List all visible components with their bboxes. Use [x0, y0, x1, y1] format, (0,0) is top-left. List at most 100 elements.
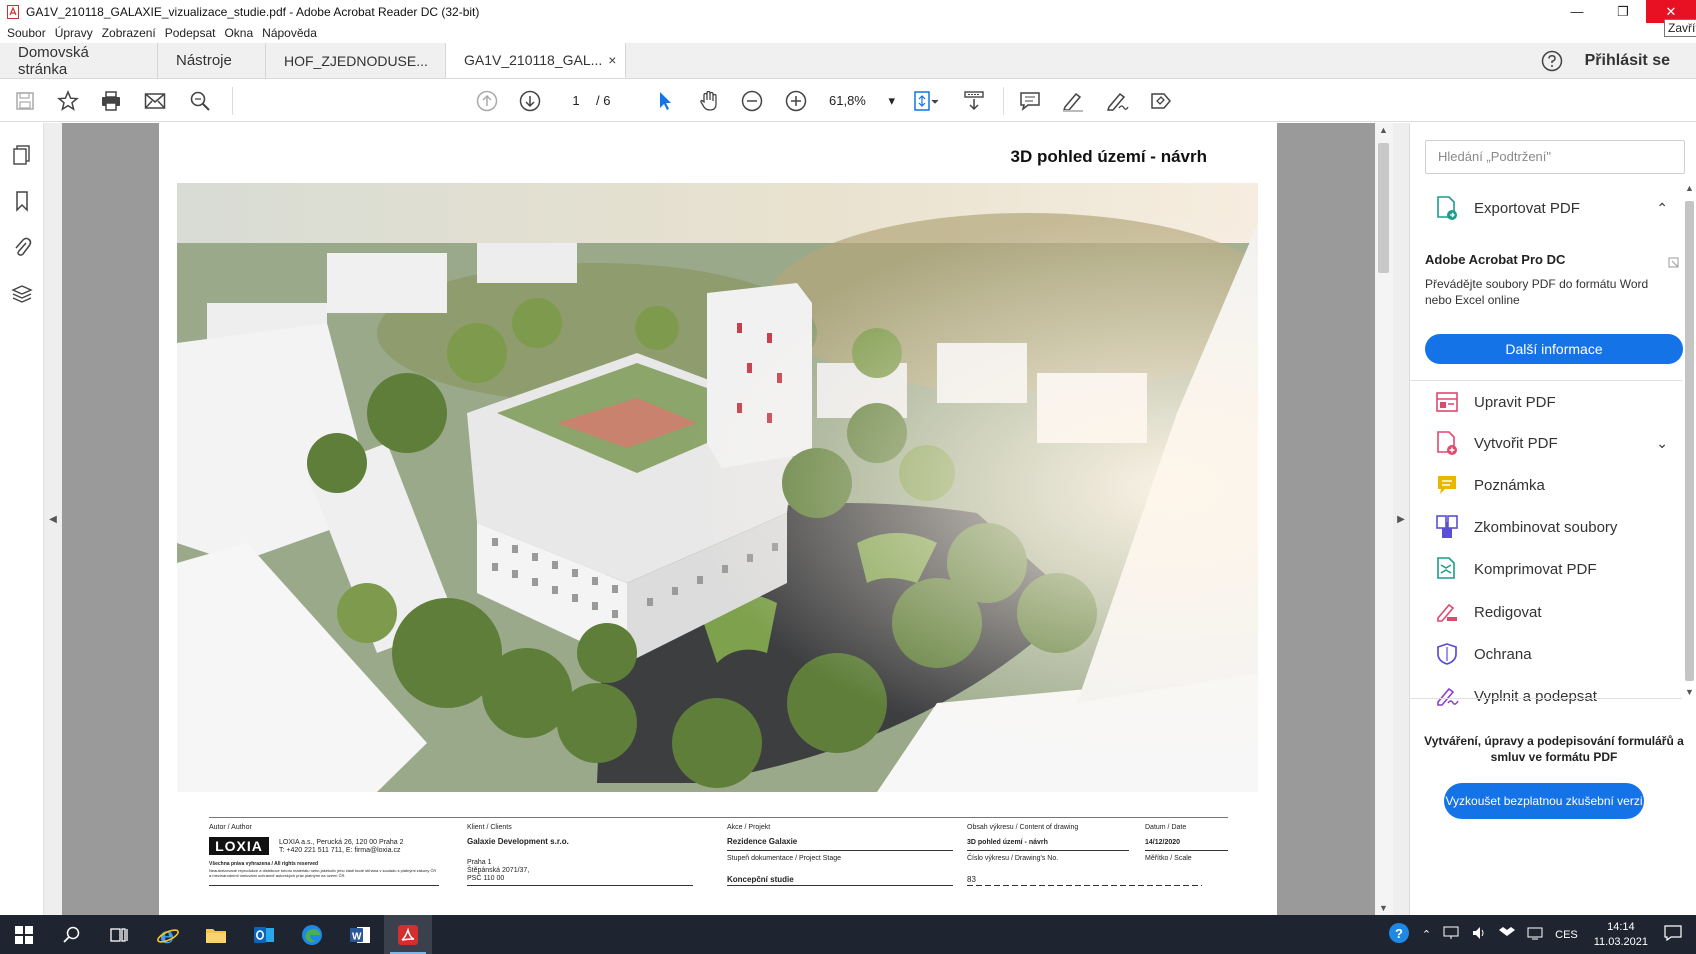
- menu-upravy[interactable]: Úpravy: [55, 26, 93, 40]
- internet-explorer-icon[interactable]: e: [144, 915, 192, 954]
- tool-combine-files[interactable]: Zkombinovat soubory: [1410, 507, 1682, 547]
- volume-icon[interactable]: [1471, 926, 1487, 943]
- author-label: Autor / Author: [209, 824, 252, 831]
- loxia-logo: LOXIA: [209, 837, 269, 855]
- close-tab-icon[interactable]: ×: [608, 52, 616, 68]
- comment-tool-icon[interactable]: [1017, 89, 1043, 113]
- tool-protect[interactable]: Ochrana: [1410, 634, 1682, 674]
- dismiss-promo-icon[interactable]: [1668, 256, 1680, 274]
- word-icon[interactable]: W: [336, 915, 384, 954]
- tab-tools[interactable]: Nástroje: [158, 43, 266, 78]
- collapse-left-pane-icon[interactable]: ◀: [44, 123, 62, 915]
- more-tools-icon[interactable]: [1148, 89, 1174, 113]
- scroll-up-icon[interactable]: ▲: [1685, 183, 1694, 193]
- star-icon[interactable]: [55, 89, 81, 113]
- tool-fill-sign-label: Vyplnit a podepsat: [1474, 687, 1597, 705]
- drawing-title-block: Autor / Author LOXIA LOXIA a.s., Perucká…: [209, 815, 1228, 915]
- help-tray-icon[interactable]: ?: [1388, 922, 1410, 947]
- windows-taskbar: e W ? ⌃ CES 14:14 11.03.2021: [0, 915, 1696, 954]
- help-icon[interactable]: [1527, 43, 1577, 78]
- combine-files-icon: [1434, 514, 1460, 540]
- tools-pane-scrollbar[interactable]: ▲ ▼: [1682, 183, 1696, 873]
- layers-icon[interactable]: [10, 282, 34, 306]
- display-icon[interactable]: [1527, 926, 1543, 943]
- chevron-up-icon[interactable]: ⌃: [1656, 200, 1668, 217]
- file-explorer-icon[interactable]: [192, 915, 240, 954]
- fit-page-icon[interactable]: [913, 89, 939, 113]
- edge-icon[interactable]: [288, 915, 336, 954]
- language-indicator[interactable]: CES: [1555, 929, 1578, 941]
- start-button[interactable]: [0, 915, 48, 954]
- zoom-dropdown[interactable]: 61,8% ▾: [829, 90, 895, 112]
- zoom-out-icon[interactable]: [739, 89, 765, 113]
- search-icon[interactable]: [48, 915, 96, 954]
- notifications-icon[interactable]: [1664, 925, 1682, 944]
- hand-tool-icon[interactable]: [696, 89, 722, 113]
- search-icon[interactable]: [187, 89, 213, 113]
- chevron-down-icon[interactable]: ⌄: [1656, 435, 1668, 452]
- stage-label: Stupeň dokumentace / Project Stage: [727, 855, 842, 862]
- outlook-icon[interactable]: [240, 915, 288, 954]
- tool-comment[interactable]: Poznámka: [1410, 465, 1682, 505]
- print-icon[interactable]: [98, 89, 124, 113]
- tab-document-hof[interactable]: HOF_ZJEDNODUSE...: [266, 43, 446, 78]
- tab-document-galaxie[interactable]: GA1V_210118_GAL... ×: [446, 43, 626, 78]
- menu-zobrazeni[interactable]: Zobrazení: [102, 26, 156, 40]
- highlight-tool-icon[interactable]: [1060, 89, 1086, 113]
- tool-fill-sign[interactable]: Vyplnit a podepsat: [1410, 676, 1682, 716]
- acrobat-reader-icon[interactable]: [384, 915, 432, 954]
- clock-date: 11.03.2021: [1593, 935, 1648, 948]
- select-tool-icon[interactable]: [652, 89, 678, 113]
- tool-compress-pdf[interactable]: Komprimovat PDF: [1410, 549, 1682, 589]
- chevron-up-icon[interactable]: ⌃: [1422, 928, 1431, 941]
- scroll-mode-icon[interactable]: [961, 89, 987, 113]
- redact-icon: [1434, 599, 1460, 625]
- menu-podepsat[interactable]: Podepsat: [165, 26, 216, 40]
- rights-heading: Všechna práva vyhrazena / All rights res…: [209, 861, 319, 867]
- tools-pane: Hledání „Podtržení" Exportovat PDF ⌃ Ado…: [1409, 123, 1696, 915]
- tool-create-pdf[interactable]: Vytvořit PDF ⌄: [1410, 423, 1682, 463]
- free-trial-button[interactable]: Vyzkoušet bezplatnou zkušební verzi: [1444, 783, 1644, 819]
- tools-pane-scrollbar-thumb[interactable]: [1685, 201, 1694, 681]
- scroll-down-icon[interactable]: ▼: [1379, 903, 1388, 913]
- signin-link[interactable]: Přihlásit se: [1577, 43, 1696, 78]
- document-scrollbar[interactable]: ▲ ▼: [1375, 123, 1393, 915]
- content-value: 3D pohled území - návrh: [967, 839, 1048, 846]
- taskbar-clock[interactable]: 14:14 11.03.2021: [1594, 920, 1648, 950]
- scroll-up-icon[interactable]: ▲: [1379, 125, 1388, 135]
- previous-page-icon[interactable]: [474, 89, 500, 113]
- menu-okna[interactable]: Okna: [224, 26, 253, 40]
- page-number-input[interactable]: 1: [561, 90, 591, 112]
- network-icon[interactable]: [1443, 926, 1459, 943]
- export-pdf-row[interactable]: Exportovat PDF ⌃: [1410, 188, 1682, 228]
- tab-home[interactable]: Domovská stránka: [0, 43, 158, 78]
- drawing-no-label: Číslo výkresu / Drawing's No.: [967, 855, 1059, 862]
- learn-more-button[interactable]: Další informace: [1425, 334, 1683, 364]
- tool-edit-pdf[interactable]: Upravit PDF: [1410, 382, 1682, 422]
- minimize-button[interactable]: —: [1554, 0, 1600, 23]
- page-thumbnails-icon[interactable]: [10, 143, 34, 167]
- task-view-icon[interactable]: [96, 915, 144, 954]
- restore-button[interactable]: ❐: [1600, 0, 1646, 23]
- tool-redact-label: Redigovat: [1474, 603, 1542, 621]
- zoom-in-icon[interactable]: [783, 89, 809, 113]
- chevron-down-icon: ▾: [888, 93, 895, 108]
- scrollbar-thumb[interactable]: [1378, 143, 1389, 273]
- date-label: Datum / Date: [1145, 824, 1187, 831]
- collapse-right-pane-icon[interactable]: ▶: [1393, 123, 1409, 915]
- tool-create-pdf-label: Vytvořit PDF: [1474, 434, 1558, 452]
- client-label: Klient / Clients: [467, 824, 512, 831]
- menu-soubor[interactable]: Soubor: [7, 26, 46, 40]
- left-navigation-pane: [0, 123, 44, 915]
- bookmark-icon[interactable]: [10, 189, 34, 213]
- sign-tool-icon[interactable]: [1104, 89, 1130, 113]
- menu-napoveda[interactable]: Nápověda: [262, 26, 317, 40]
- mail-icon[interactable]: [142, 89, 168, 113]
- save-icon[interactable]: [12, 89, 38, 113]
- tools-search-input[interactable]: Hledání „Podtržení": [1425, 140, 1685, 174]
- scroll-down-icon[interactable]: ▼: [1685, 687, 1694, 697]
- next-page-icon[interactable]: [517, 89, 543, 113]
- attachment-icon[interactable]: [10, 235, 34, 259]
- dropbox-icon[interactable]: [1499, 926, 1516, 943]
- tool-redact[interactable]: Redigovat: [1410, 592, 1682, 632]
